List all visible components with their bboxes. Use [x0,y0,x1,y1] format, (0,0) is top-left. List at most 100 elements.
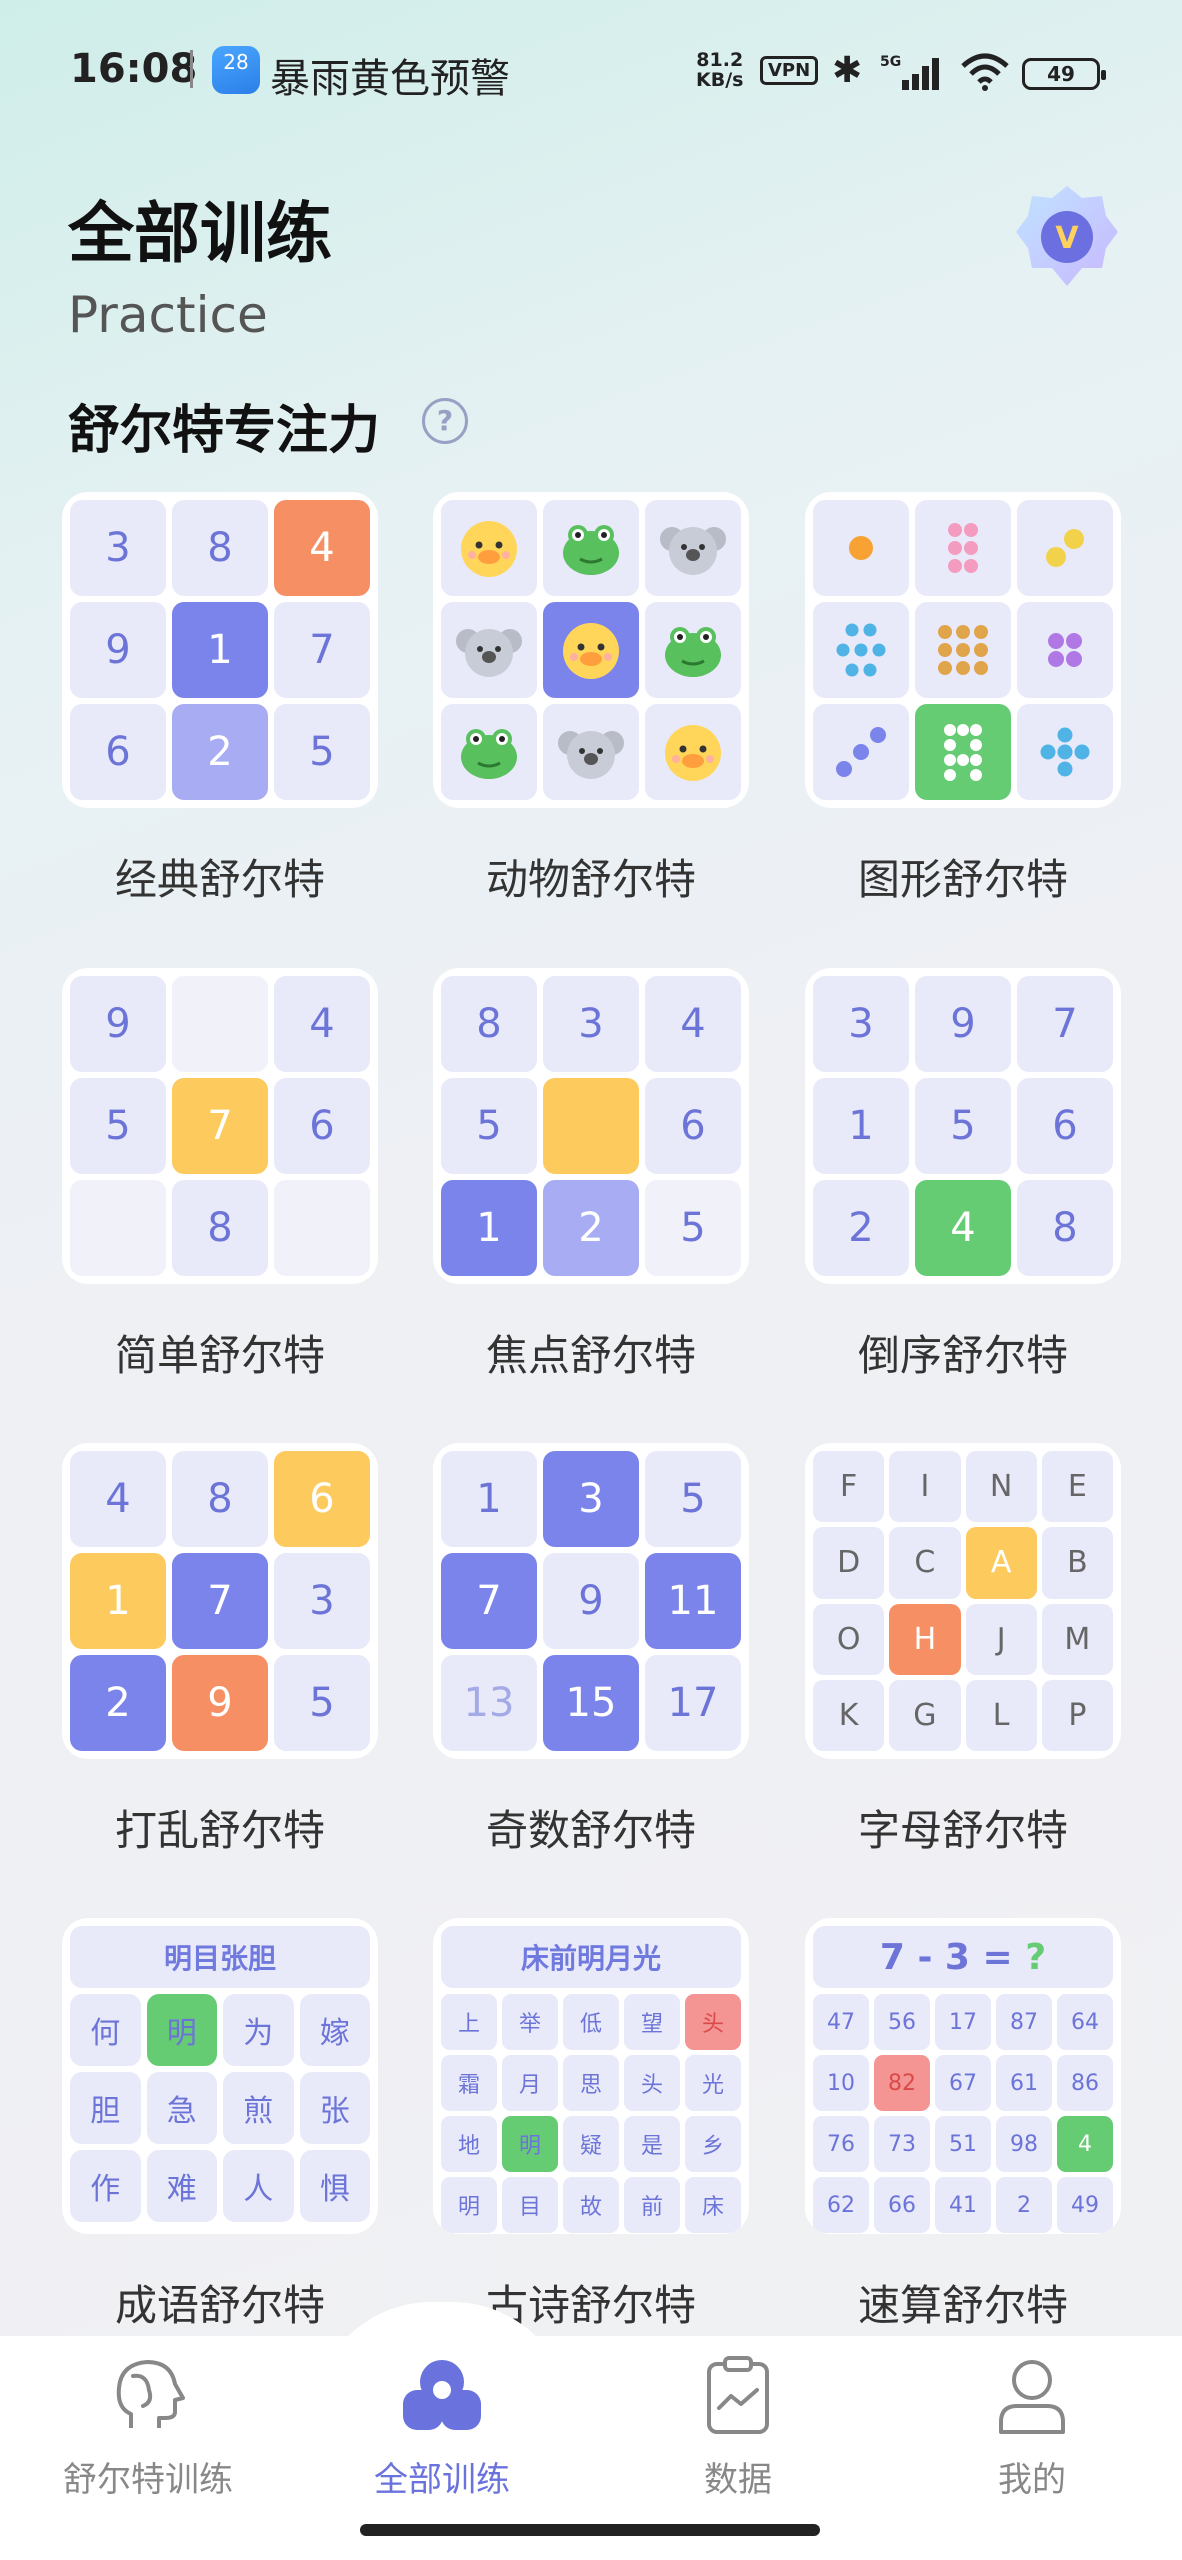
idiom-header: 明目张胆 [70,1926,370,1988]
card-shape-schulte[interactable] [805,492,1121,808]
help-icon[interactable]: ? [422,398,468,444]
grid-cell: 4 [1057,2116,1113,2172]
grid-cell: 8 [172,1451,268,1547]
card-shuffle-schulte[interactable]: 4 8 6 1 7 3 2 9 5 [62,1443,378,1759]
card-letter-schulte[interactable]: F I N E D C A B O H J M K G L P [805,1443,1121,1759]
home-indicator[interactable] [360,2524,820,2536]
grid-cell: 目 [502,2177,558,2233]
card-focus-schulte[interactable]: 8 3 4 5 6 1 2 5 [433,968,749,1284]
koala-icon [543,704,639,800]
grid-cell: 5 [441,1078,537,1174]
card-label: 焦点舒尔特 [485,1331,696,1380]
math-expression: 7 - 3 = [879,1936,1013,1978]
grid-cell: 霜 [441,2055,497,2111]
dots-2-icon [1017,500,1113,596]
grid-cell: 6 [645,1078,741,1174]
grid-cell: 6 [1017,1078,1113,1174]
dots-10-icon [915,704,1011,800]
card-reverse-schulte[interactable]: 3 9 7 1 5 6 2 4 8 [805,968,1121,1284]
tab-mine[interactable]: 我的 [912,2350,1152,2501]
battery-icon: 49 [1022,58,1106,90]
grid-cell: 56 [874,1994,930,2050]
card-poem-schulte[interactable]: 床前明月光 上 举 低 望 头 霜 月 思 头 光 地 明 疑 是 乡 明 目 … [433,1918,749,2234]
grid-cell: 2 [543,1180,639,1276]
grid-cell: 5 [274,704,370,800]
tab-schulte-training[interactable]: 舒尔特训练 [28,2350,268,2501]
grid-cell: 4 [915,1180,1011,1276]
vip-badge-icon[interactable]: V [1012,182,1122,292]
grid-cell: 煎 [223,2072,294,2144]
poem-header: 床前明月光 [441,1926,741,1988]
grid-cell: 2 [172,704,268,800]
grid-cell: B [1041,1527,1113,1599]
grid-cell: 1 [172,602,268,698]
dots-3-icon [813,704,909,800]
card-animal-schulte[interactable] [433,492,749,808]
grid-cell: 7 [172,1078,268,1174]
network-label: 5G [880,54,901,70]
grid-cell: 为 [223,1994,294,2066]
grid-cell: C [889,1527,961,1599]
dots-6-icon [915,500,1011,596]
tab-label: 数据 [704,2460,772,2500]
card-idiom-schulte[interactable]: 明目张胆 何 明 为 嫁 胆 急 煎 张 作 难 人 惧 [62,1918,378,2234]
grid-cell: 2 [813,1180,909,1276]
tab-label: 舒尔特训练 [63,2460,233,2500]
card-label: 速算舒尔特 [857,2281,1068,2330]
grid-cell: 13 [441,1655,537,1751]
grid-cell [274,1180,370,1276]
dots-8-icon [813,602,909,698]
grid-cell: 66 [874,2177,930,2233]
grid-cell: D [813,1527,885,1599]
tab-label: 全部训练 [374,2460,510,2500]
grid-cell: 8 [1017,1180,1113,1276]
grid-cell: 床 [685,2177,741,2233]
grid-cell: 62 [813,2177,869,2233]
page-subtitle: Practice [68,286,268,344]
grid-cell: 7 [172,1553,268,1649]
grid-cell: 8 [441,976,537,1072]
grid-cell: 2 [70,1655,166,1751]
koala-icon [441,602,537,698]
grid-cell: 1 [441,1451,537,1547]
grid-cell [70,1180,166,1276]
grid-cell: 6 [274,1078,370,1174]
grid-cell: 明 [441,2177,497,2233]
grid-cell: 4 [274,500,370,596]
duck-icon [645,704,741,800]
grid-cell: 15 [543,1655,639,1751]
grid-cell: 9 [915,976,1011,1072]
grid-cell: I [889,1451,961,1523]
weather-icon: 28 [212,46,260,94]
card-label: 简单舒尔特 [114,1331,325,1380]
grid-cell: 7 [441,1553,537,1649]
grid-cell: 6 [274,1451,370,1547]
grid-cell: 5 [915,1078,1011,1174]
section-title: 舒尔特专注力 [68,401,381,461]
frog-icon [645,602,741,698]
page-title: 全部训练 [68,195,332,272]
grid-cell: 9 [70,976,166,1072]
card-odd-schulte[interactable]: 1 3 5 7 9 11 13 15 17 [433,1443,749,1759]
card-classic-schulte[interactable]: 3 8 4 9 1 7 6 2 5 [62,492,378,808]
dots-1-icon [813,500,909,596]
grid-cell: 故 [563,2177,619,2233]
math-question-mark: ? [1025,1936,1047,1978]
grid-cell: 思 [563,2055,619,2111]
tab-label: 我的 [998,2460,1066,2500]
tab-all-training[interactable]: 全部训练 [322,2350,562,2501]
tab-data[interactable]: 数据 [618,2350,858,2501]
grid-cell: 头 [685,1994,741,2050]
clipboard-chart-icon [707,2356,769,2434]
grid-cell: 胆 [70,2072,141,2144]
grid-cell: 4 [645,976,741,1072]
grid-cell: 1 [441,1180,537,1276]
grid-cell: 是 [624,2116,680,2172]
grid-cell: 前 [624,2177,680,2233]
grid-cell: 急 [146,2072,217,2144]
card-math-schulte[interactable]: 7 - 3 = ? 47 56 17 87 64 10 82 67 61 86 … [805,1918,1121,2234]
grid-cell: A [965,1527,1037,1599]
card-simple-schulte[interactable]: 9 4 5 7 6 8 [62,968,378,1284]
card-label: 打乱舒尔特 [114,1806,325,1855]
grid-cell: 3 [70,500,166,596]
